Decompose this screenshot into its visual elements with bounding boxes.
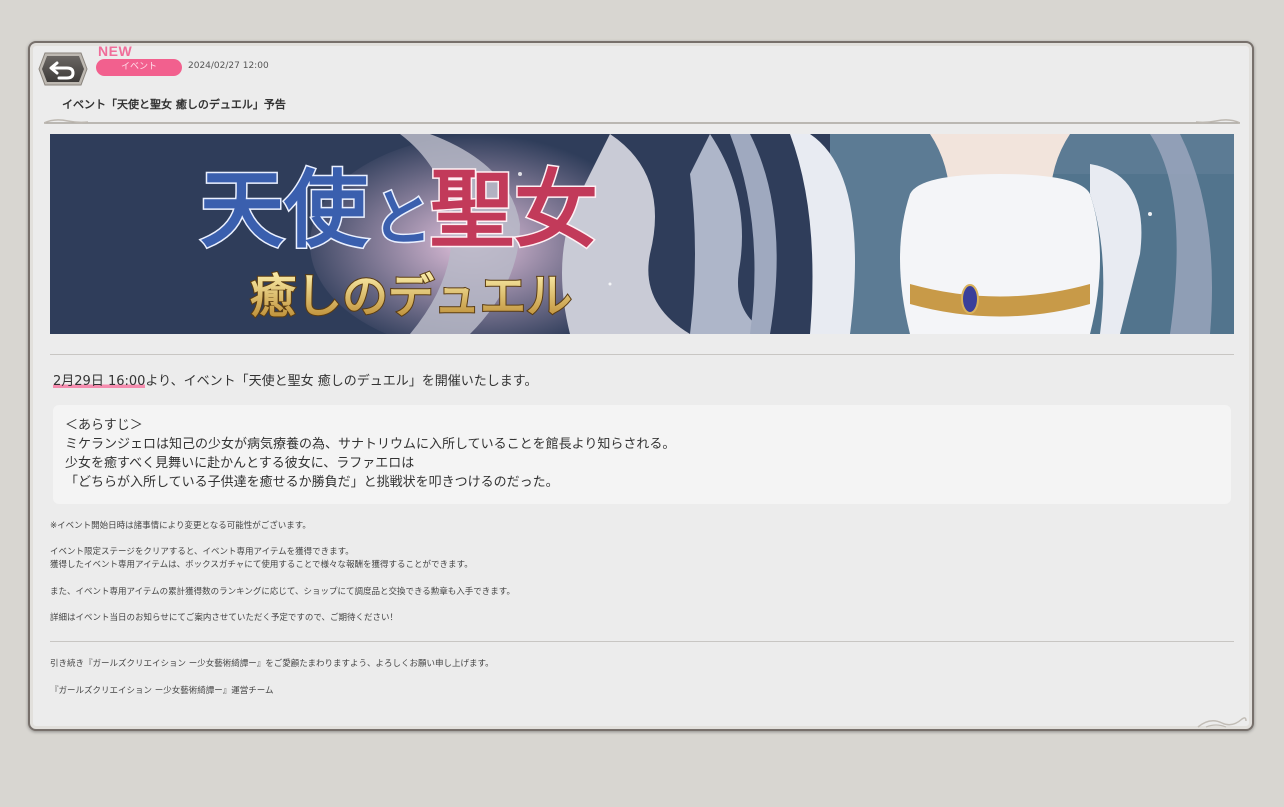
banner-logo-saint: 聖女	[430, 160, 598, 259]
intro-text: 2月29日 16:00より、イベント「天使と聖女 癒しのデュエル」を開催いたしま…	[53, 370, 537, 389]
synopsis-line: ＜あらすじ＞	[65, 418, 143, 433]
post-date: 2024/02/27 12:00	[188, 61, 269, 71]
synopsis-line: ミケランジェロは知己の少女が病気療養の為、サナトリウムに入所していることを館長よ…	[65, 437, 676, 452]
note-details: 詳細はイベント当日のお知らせにてご案内させていただく予定ですので、ご期待ください…	[50, 613, 398, 623]
title-divider	[44, 119, 1240, 124]
corner-ornament	[1197, 717, 1247, 728]
back-arrow-icon	[38, 52, 88, 86]
banner-logo-duel: 癒しのデュエル	[250, 269, 572, 323]
note-ranking: また、イベント専用アイテムの累計獲得数のランキングに応じて、ショップにて調度品と…	[50, 587, 515, 597]
start-date-highlight: 2月29日 16:00	[53, 374, 146, 389]
note-stage: イベント限定ステージをクリアすると、イベント専用アイテムを獲得できます。	[50, 547, 354, 557]
synopsis-box: ＜あらすじ＞ ミケランジェロは知己の少女が病気療養の為、サナトリウムに入所してい…	[53, 405, 1231, 504]
divider	[50, 354, 1234, 355]
synopsis-line: 「どちらが入所している子供達を癒せるか勝負だ」と挑戦状を叩きつけるのだった。	[65, 475, 559, 490]
closing-text: 引き続き『ガールズクリエイション ー少女藝術綺譚ー』をご愛顧たまわりますよう、よ…	[50, 659, 494, 669]
new-label: NEW	[98, 43, 133, 59]
synopsis-line: 少女を癒すべく見舞いに赴かんとする彼女に、ラファエロは	[65, 456, 415, 471]
banner-logo-angel: 天使	[200, 160, 369, 259]
divider	[50, 641, 1234, 642]
note-schedule: ※イベント開始日時は諸事情により変更となる可能性がございます。	[50, 521, 311, 531]
notice-title: イベント「天使と聖女 癒しのデュエル」予告	[62, 98, 286, 111]
signature-text: 『ガールズクリエイション ー少女藝術綺譚ー』運営チーム	[50, 686, 274, 696]
category-badge: イベント	[96, 59, 182, 76]
note-gacha: 獲得したイベント専用アイテムは、ボックスガチャにて使用することで様々な報酬を獲得…	[50, 560, 473, 570]
event-banner: 天使 と 聖女 癒しのデュエル	[50, 134, 1234, 334]
banner-logo-and: と	[372, 184, 432, 254]
intro-rest: より、イベント「天使と聖女 癒しのデュエル」を開催いたします。	[145, 374, 538, 389]
back-button[interactable]	[37, 47, 89, 91]
